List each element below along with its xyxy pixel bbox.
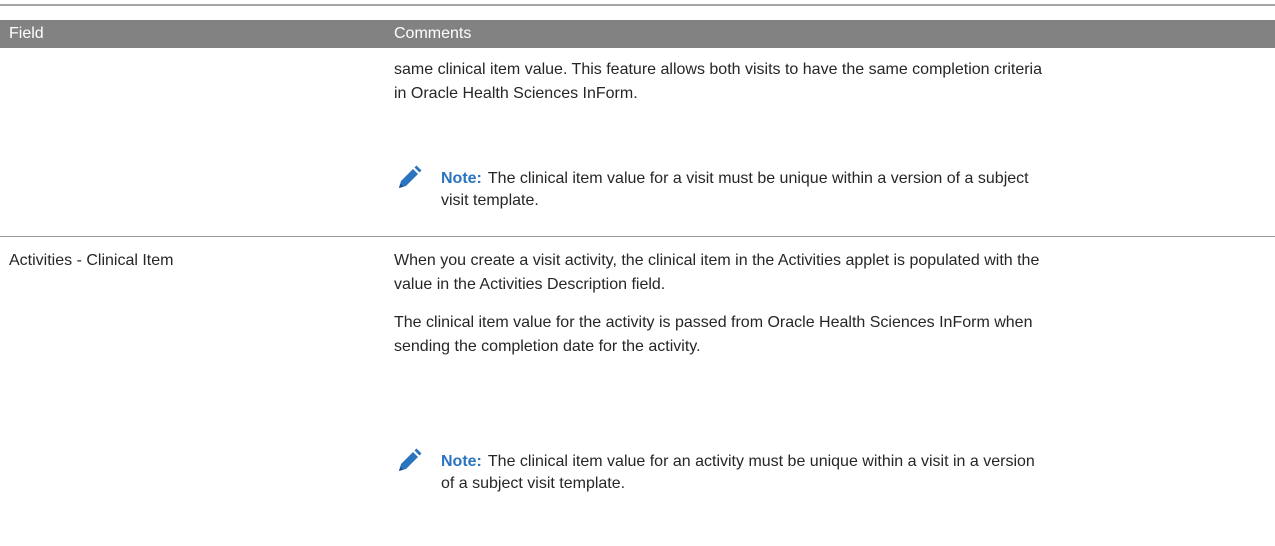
pencil-icon [399, 165, 422, 188]
row2-field: Activities - Clinical Item [9, 252, 174, 269]
row2-note: Note: The clinical item value for an acti… [399, 448, 1262, 495]
note-label: Note: [441, 453, 482, 470]
row2-para2-line1: The clinical item value for the activity… [394, 314, 1033, 331]
row-divider [0, 236, 1275, 237]
note-text-line2: of a subject visit template. [441, 475, 626, 492]
pencil-icon [399, 448, 422, 471]
note-label: Note: [441, 170, 482, 187]
table-header: Field Comments [0, 20, 1275, 48]
note-text-line1: The clinical item value for a visit must… [487, 170, 1029, 187]
note-text-line1: The clinical item value for an activity … [487, 453, 1035, 470]
row2-para2-line2: sending the completion date for the acti… [394, 338, 701, 355]
row1-note: Note: The clinical item value for a visit… [399, 165, 1262, 212]
note-text-line2: visit template. [441, 192, 539, 209]
row1-comment-line2: in Oracle Health Sciences InForm. [394, 85, 638, 102]
row2-para1-line1: When you create a visit activity, the cl… [394, 252, 1040, 269]
header-field: Field [9, 25, 44, 42]
row1-comment-line1: same clinical item value. This feature a… [394, 61, 1042, 78]
row2-para1-line2: value in the Activities Description fiel… [394, 276, 666, 293]
top-rule [0, 4, 1275, 6]
header-comments: Comments [394, 25, 472, 42]
